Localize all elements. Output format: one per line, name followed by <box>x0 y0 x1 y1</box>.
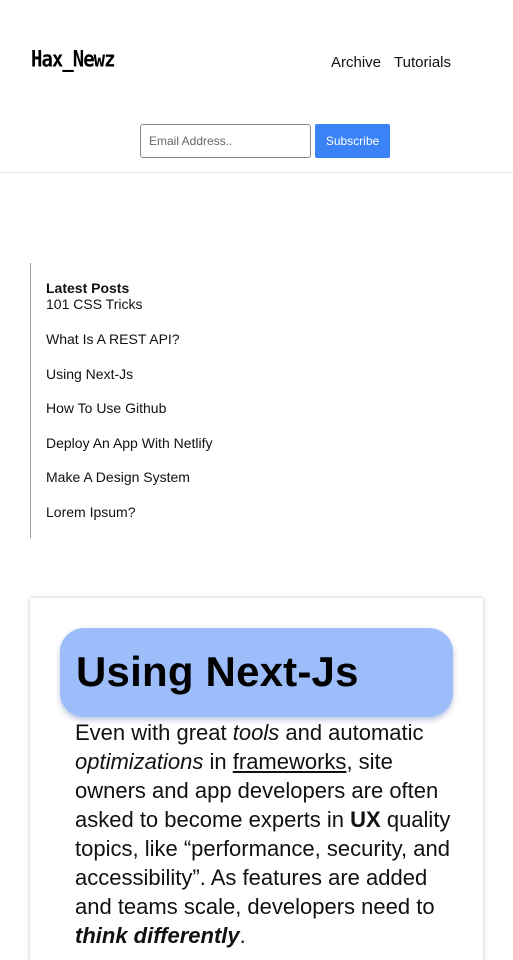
article-body: Even with great tools and automatic opti… <box>75 718 465 950</box>
article-card: Using Next-Js Even with great tools and … <box>30 598 483 960</box>
body-text-1: Even with great <box>75 720 233 745</box>
body-text-3: in <box>203 749 233 774</box>
post-link-next-js[interactable]: Using Next-Js <box>46 366 290 401</box>
subscribe-button[interactable]: Subscribe <box>315 124 390 158</box>
main-nav: Archive Tutorials <box>331 54 451 71</box>
frameworks-link[interactable]: frameworks <box>233 749 347 774</box>
site-logo[interactable]: Hax_Newz <box>31 47 116 72</box>
body-ux: UX <box>350 807 381 832</box>
nav-tutorials-link[interactable]: Tutorials <box>394 54 451 71</box>
article-title: Using Next-Js <box>76 648 359 695</box>
site-header: Hax_Newz Archive Tutorials Subscribe <box>0 0 513 173</box>
post-link-netlify[interactable]: Deploy An App With Netlify <box>46 435 290 470</box>
post-link-design-system[interactable]: Make A Design System <box>46 469 290 504</box>
page: Hax_Newz Archive Tutorials Subscribe Lat… <box>0 0 513 960</box>
latest-posts-panel: Latest Posts 101 CSS Tricks What Is A RE… <box>30 263 290 538</box>
post-link-lorem-ipsum[interactable]: Lorem Ipsum? <box>46 504 290 539</box>
email-input[interactable] <box>140 124 311 158</box>
latest-posts-heading: Latest Posts <box>46 280 130 296</box>
subscribe-form: Subscribe <box>140 124 390 158</box>
body-text-2: and automatic <box>279 720 424 745</box>
post-link-101-css-tricks[interactable]: 101 CSS Tricks <box>46 296 290 331</box>
body-think-differently: think differently <box>75 923 240 948</box>
nav-archive-link[interactable]: Archive <box>331 54 381 71</box>
body-optimizations: optimizations <box>75 749 204 774</box>
post-link-github[interactable]: How To Use Github <box>46 400 290 435</box>
latest-posts-list: 101 CSS Tricks What Is A REST API? Using… <box>46 296 290 538</box>
body-text-6: . <box>239 923 246 948</box>
body-tools: tools <box>232 720 280 745</box>
post-link-rest-api[interactable]: What Is A REST API? <box>46 331 290 366</box>
article-title-box: Using Next-Js <box>60 628 453 717</box>
